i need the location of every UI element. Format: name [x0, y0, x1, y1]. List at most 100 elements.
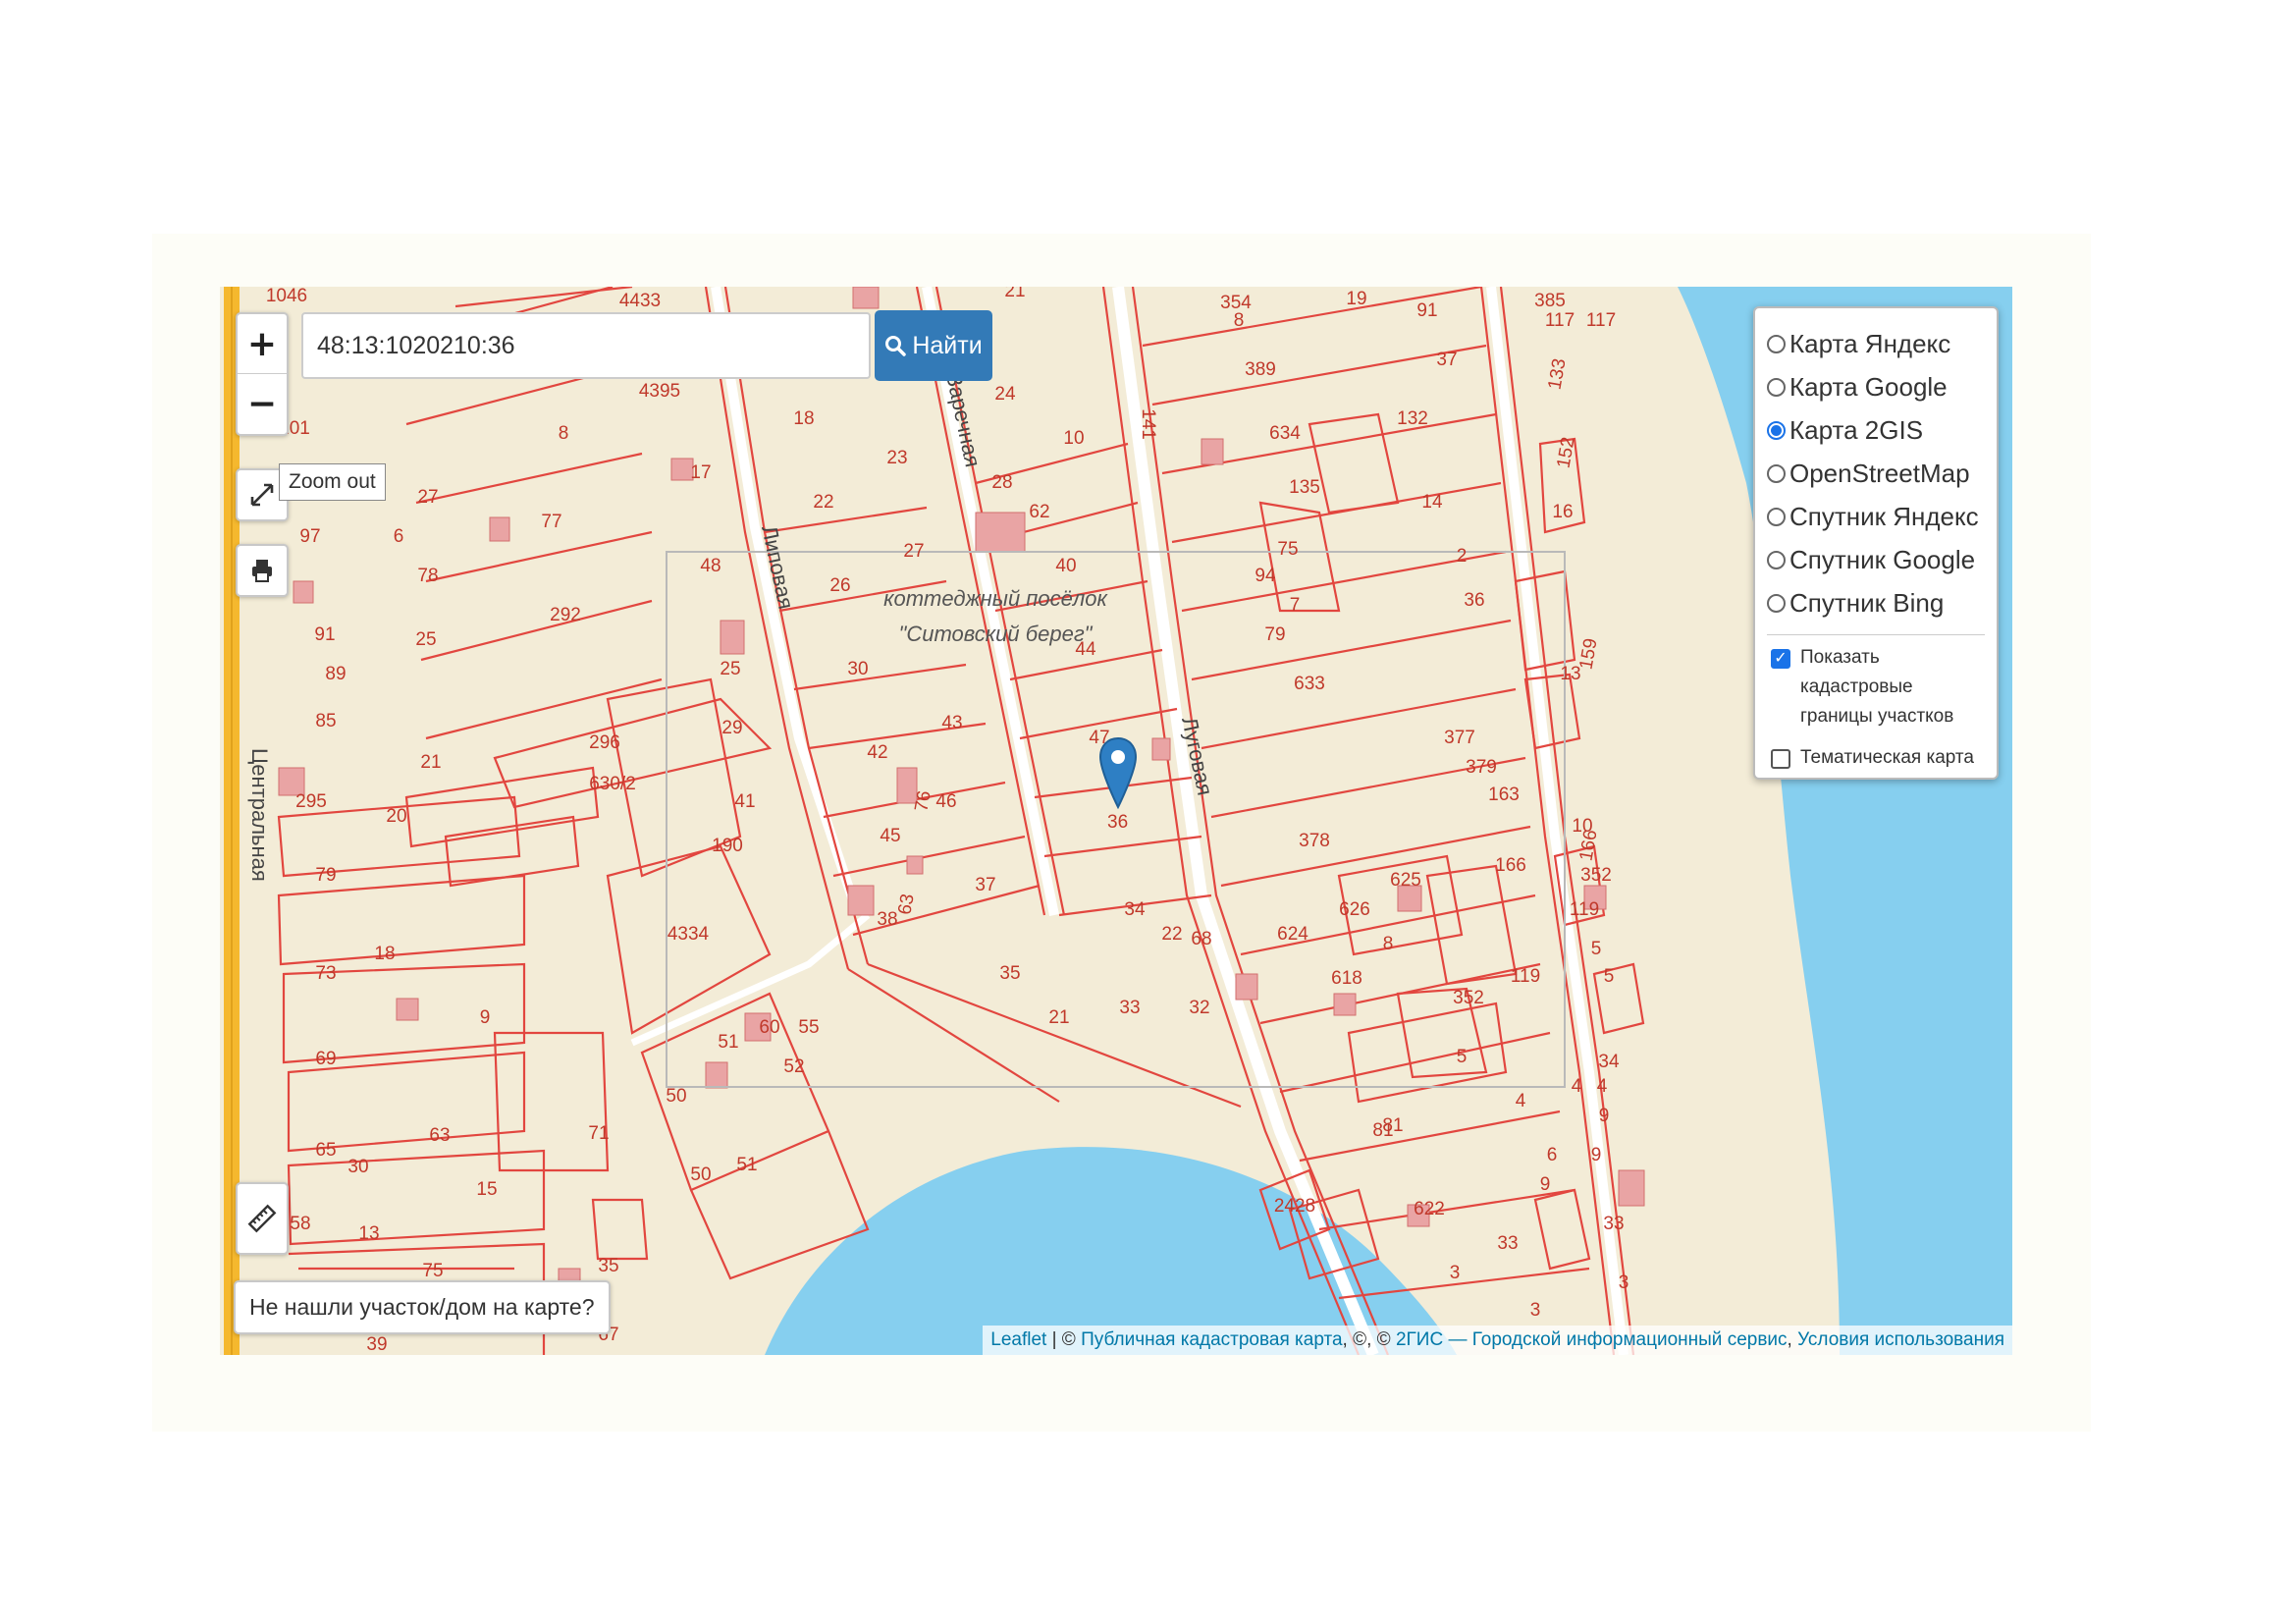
- leaflet-link[interactable]: Leaflet: [990, 1329, 1046, 1350]
- svg-text:4433: 4433: [619, 291, 661, 311]
- radio-google-satellite[interactable]: [1767, 550, 1786, 569]
- svg-text:166: 166: [1575, 829, 1601, 863]
- layer-option-google-satellite[interactable]: Спутник Google: [1767, 538, 1985, 581]
- svg-text:51: 51: [718, 1032, 738, 1053]
- svg-text:625: 625: [1390, 870, 1421, 891]
- svg-text:29: 29: [721, 718, 742, 738]
- svg-text:79: 79: [315, 865, 336, 886]
- svg-text:133: 133: [1544, 357, 1570, 392]
- svg-text:10: 10: [1063, 428, 1084, 449]
- svg-text:23: 23: [886, 448, 907, 468]
- svg-text:34: 34: [1598, 1052, 1620, 1072]
- svg-text:633: 633: [1294, 674, 1325, 694]
- svg-text:46: 46: [935, 791, 956, 812]
- layer-label: Карта Google: [1789, 371, 1948, 402]
- cadastral-boundaries-toggle[interactable]: ✓ Показать кадастровые границы участков: [1767, 643, 1985, 731]
- zoom-out-button[interactable]: −: [238, 373, 287, 433]
- svg-text:91: 91: [1416, 300, 1437, 321]
- radio-yandex-map[interactable]: [1767, 334, 1786, 353]
- layer-option-yandex-map[interactable]: Карта Яндекс: [1767, 322, 1985, 365]
- cadastral-map[interactable]: 354 91 385 117 389 37 132 634 135 14 2 94 36 79 63…: [220, 287, 2012, 1355]
- svg-text:8: 8: [1383, 934, 1394, 954]
- svg-text:25: 25: [415, 629, 436, 650]
- svg-text:40: 40: [1055, 556, 1076, 576]
- svg-text:50: 50: [690, 1164, 711, 1185]
- svg-text:4334: 4334: [667, 924, 710, 945]
- 2gis-link[interactable]: 2ГИС — Городской информационный сервис: [1396, 1329, 1788, 1350]
- svg-text:33: 33: [1119, 998, 1140, 1018]
- layer-label: Карта Яндекс: [1789, 328, 1951, 358]
- svg-text:385: 385: [1534, 291, 1566, 311]
- svg-text:89: 89: [325, 664, 346, 684]
- svg-text:34: 34: [1124, 899, 1146, 920]
- layer-option-2gis-map[interactable]: Карта 2GIS: [1767, 408, 1985, 452]
- svg-text:630/2: 630/2: [589, 774, 636, 794]
- radio-yandex-satellite[interactable]: [1767, 507, 1786, 526]
- settlement-label-line1: коттеджный посёлок: [883, 586, 1107, 611]
- radio-2gis-map[interactable]: [1767, 420, 1786, 440]
- svg-text:39: 39: [366, 1334, 387, 1355]
- search-icon: [885, 336, 907, 356]
- radio-openstreetmap[interactable]: [1767, 463, 1786, 483]
- svg-text:43: 43: [941, 713, 962, 733]
- search-button[interactable]: Найти: [875, 310, 992, 381]
- svg-text:379: 379: [1466, 757, 1497, 778]
- svg-text:295: 295: [295, 791, 327, 812]
- cadastral-search-input[interactable]: 48:13:1020210:36: [301, 312, 871, 379]
- attribution-separator: | ©: [1046, 1329, 1082, 1350]
- svg-text:25: 25: [720, 659, 740, 679]
- svg-text:71: 71: [588, 1123, 609, 1144]
- svg-text:18: 18: [793, 408, 814, 429]
- layer-label: Спутник Google: [1789, 544, 1976, 574]
- svg-text:378: 378: [1299, 831, 1330, 851]
- measure-button[interactable]: [236, 1182, 289, 1255]
- svg-text:73: 73: [315, 963, 336, 984]
- layer-option-yandex-satellite[interactable]: Спутник Яндекс: [1767, 495, 1985, 538]
- map-marker-icon[interactable]: [1098, 736, 1138, 810]
- svg-text:389: 389: [1245, 359, 1276, 380]
- svg-text:6: 6: [1547, 1145, 1558, 1165]
- settlement-label: коттеджный посёлок "Ситовский берег": [848, 581, 1143, 652]
- svg-text:91: 91: [314, 624, 335, 645]
- attribution-text: , ©, ©: [1342, 1329, 1396, 1350]
- layer-option-openstreetmap[interactable]: OpenStreetMap: [1767, 452, 1985, 495]
- svg-text:3: 3: [1530, 1300, 1541, 1321]
- svg-text:2: 2: [1457, 546, 1468, 567]
- checkbox-cadastral-boundaries[interactable]: ✓: [1771, 649, 1790, 669]
- zoom-out-tooltip: Zoom out: [279, 463, 386, 501]
- svg-text:79: 79: [1264, 624, 1285, 645]
- radio-google-map[interactable]: [1767, 377, 1786, 397]
- layer-label: OpenStreetMap: [1789, 458, 1970, 488]
- svg-text:152: 152: [1553, 436, 1578, 470]
- svg-text:119: 119: [1511, 966, 1540, 987]
- svg-text:3: 3: [1619, 1272, 1629, 1293]
- checkbox-thematic-map[interactable]: [1771, 749, 1790, 769]
- svg-text:352: 352: [1580, 865, 1612, 886]
- svg-text:163: 163: [1488, 785, 1520, 805]
- svg-text:135: 135: [1289, 477, 1320, 498]
- map-marker[interactable]: [1098, 736, 1138, 810]
- svg-text:18: 18: [374, 944, 395, 964]
- svg-text:8: 8: [1234, 310, 1245, 331]
- svg-text:9: 9: [1599, 1106, 1610, 1126]
- layers-divider: [1767, 634, 1985, 635]
- svg-text:36: 36: [1464, 590, 1484, 611]
- terms-link[interactable]: Условия использования: [1797, 1329, 2004, 1350]
- svg-text:141: 141: [1138, 408, 1158, 440]
- svg-text:22: 22: [813, 492, 833, 513]
- svg-text:296: 296: [589, 732, 620, 753]
- print-button[interactable]: [236, 544, 289, 597]
- svg-text:60: 60: [759, 1017, 779, 1038]
- svg-text:35: 35: [999, 963, 1020, 984]
- svg-text:30: 30: [847, 659, 868, 679]
- thematic-map-toggle[interactable]: Тематическая карта: [1767, 743, 1985, 773]
- not-found-button[interactable]: Не нашли участок/дом на карте?: [234, 1280, 611, 1334]
- radio-bing-satellite[interactable]: [1767, 593, 1786, 613]
- svg-text:41: 41: [734, 791, 755, 812]
- layer-option-google-map[interactable]: Карта Google: [1767, 365, 1985, 408]
- svg-text:8: 8: [559, 423, 569, 444]
- pkk-link[interactable]: Публичная кадастровая карта: [1081, 1329, 1342, 1350]
- svg-text:68: 68: [1191, 929, 1211, 949]
- layer-option-bing-satellite[interactable]: Спутник Bing: [1767, 581, 1985, 624]
- zoom-in-button[interactable]: +: [238, 314, 287, 373]
